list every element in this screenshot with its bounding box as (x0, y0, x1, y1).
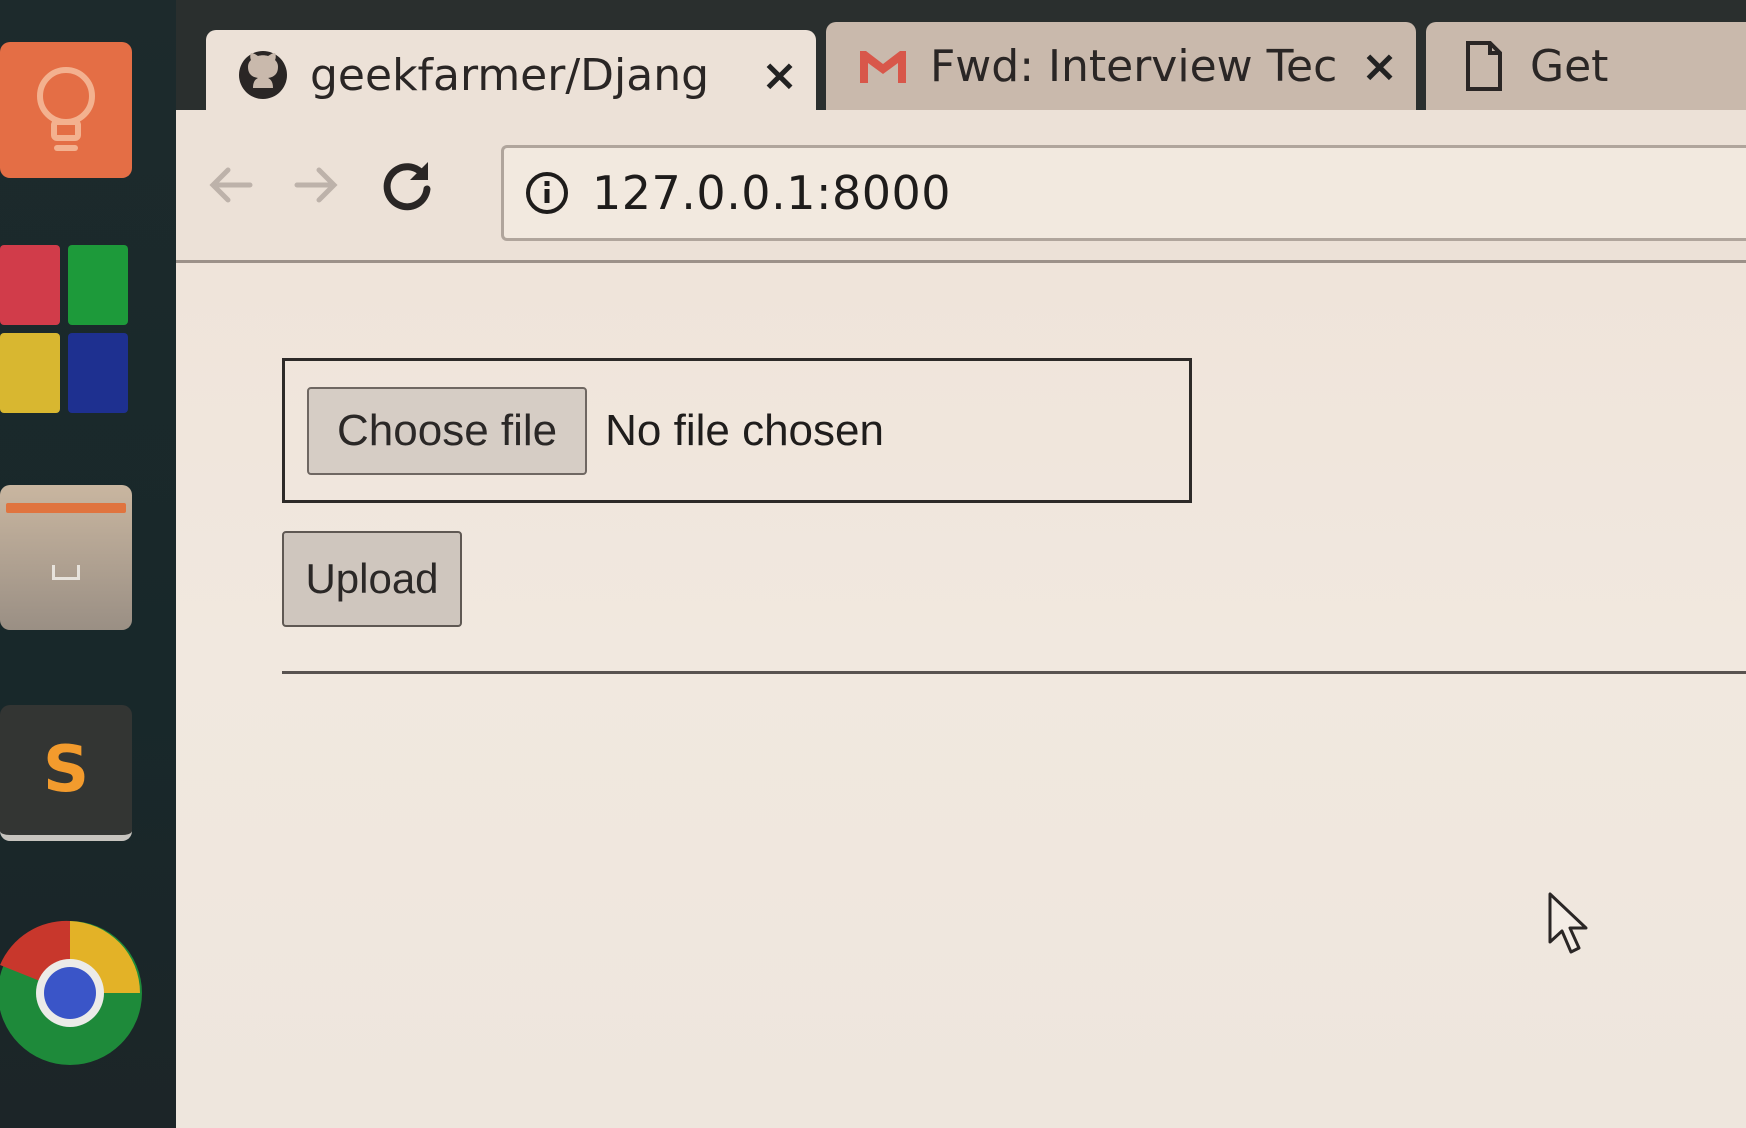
launcher-workspace-switcher[interactable] (0, 245, 132, 413)
sublime-text-icon: S (42, 733, 90, 807)
launcher-files-app[interactable] (0, 485, 132, 630)
address-bar[interactable]: 127.0.0.1:8000 (501, 145, 1746, 241)
reload-button[interactable] (372, 150, 442, 220)
drawer-handle-icon (52, 565, 80, 580)
info-icon (526, 172, 568, 214)
workspace-tile (0, 333, 60, 413)
tab-strip: geekfarmer/Djang × Fwd: Interview Tec × … (176, 0, 1746, 120)
back-button[interactable] (196, 150, 266, 220)
tab-page[interactable]: Get (1426, 22, 1746, 110)
launcher-lightbulb-app[interactable] (0, 42, 132, 178)
tab-title: geekfarmer/Djang (310, 49, 710, 101)
horizontal-divider (282, 671, 1746, 674)
page-content: Choose file No file chosen Upload (176, 263, 1746, 1128)
lightbulb-icon (37, 67, 95, 151)
tab-title: Fwd: Interview Tec (930, 40, 1338, 92)
browser-window: geekfarmer/Djang × Fwd: Interview Tec × … (176, 0, 1746, 1128)
workspace-tile (0, 245, 60, 325)
file-status-text: No file chosen (605, 405, 884, 455)
launcher-sublime-text-app[interactable]: S (0, 705, 132, 841)
reload-icon (383, 162, 431, 211)
forward-button[interactable] (281, 150, 351, 220)
mouse-cursor-icon (1548, 892, 1588, 954)
workspace-tile (68, 245, 128, 325)
address-url: 127.0.0.1:8000 (592, 166, 952, 220)
tab-gmail[interactable]: Fwd: Interview Tec × (826, 22, 1416, 110)
tab-close-icon[interactable]: × (761, 50, 798, 101)
workspace-tile (68, 333, 128, 413)
choose-file-button[interactable]: Choose file (307, 386, 588, 475)
chrome-icon (0, 920, 142, 1065)
github-icon (239, 51, 287, 99)
tab-close-icon[interactable]: × (1361, 41, 1398, 92)
tab-github[interactable]: geekfarmer/Djang × (206, 30, 816, 120)
desktop-screen: S geekfarmer/Djang × Fwd: Interview Tec … (0, 0, 1746, 1128)
gmail-icon (860, 51, 906, 83)
tab-title: Get (1530, 40, 1609, 92)
page-icon (1466, 41, 1502, 91)
launcher-dock: S (0, 0, 176, 1128)
launcher-chrome-app[interactable] (0, 905, 142, 1075)
upload-button[interactable]: Upload (282, 531, 462, 627)
file-cabinet-icon (6, 503, 126, 513)
arrow-right-icon (294, 167, 338, 203)
arrow-left-icon (209, 167, 253, 203)
file-input[interactable]: Choose file No file chosen (282, 358, 1192, 503)
